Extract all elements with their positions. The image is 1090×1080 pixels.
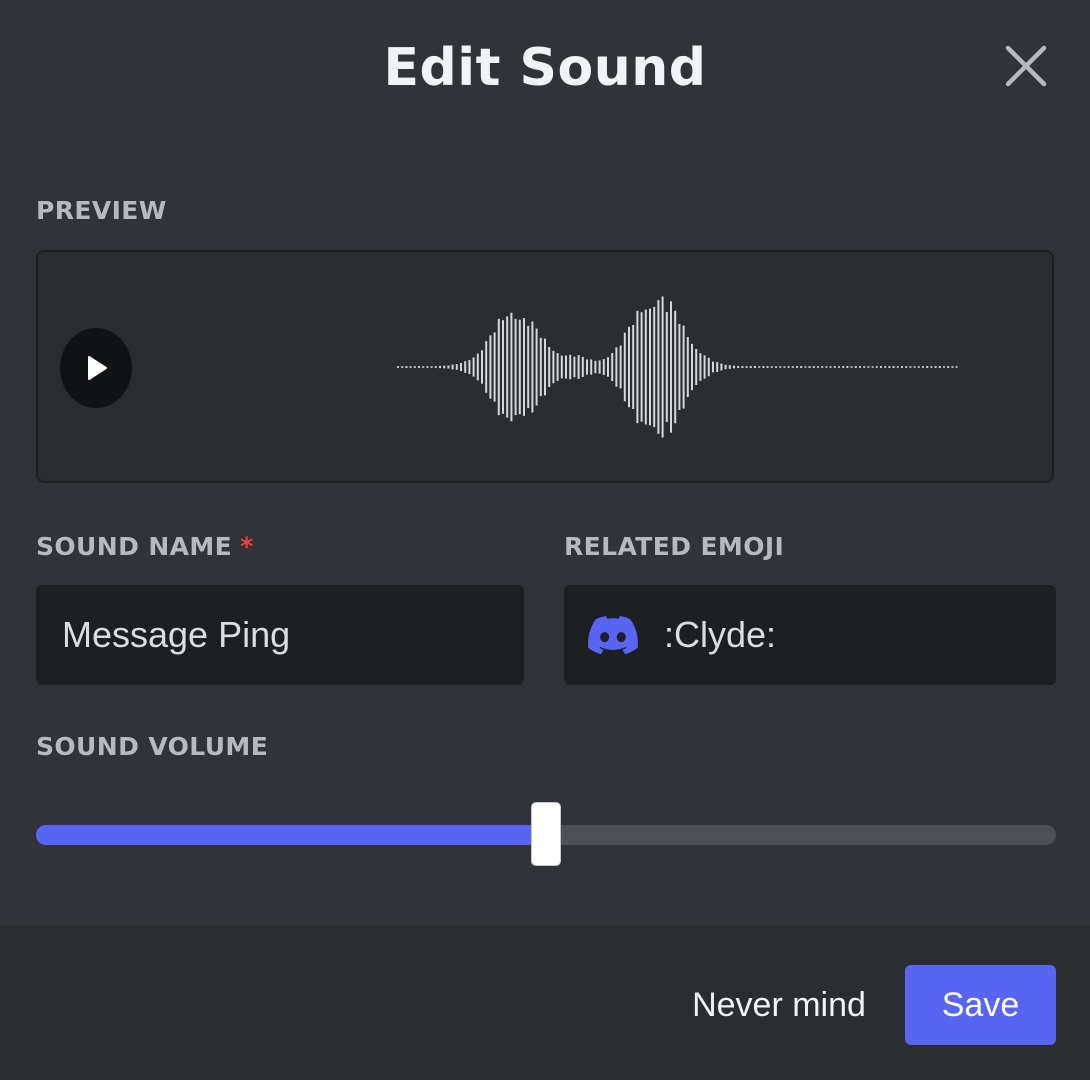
- sound-volume-label: SOUND VOLUME: [36, 732, 269, 761]
- waveform: [397, 296, 958, 438]
- volume-slider[interactable]: [36, 802, 1056, 866]
- never-mind-button[interactable]: Never mind: [680, 965, 878, 1045]
- sound-preview: [36, 250, 1054, 483]
- play-button[interactable]: [60, 328, 132, 408]
- sound-name-label: SOUND NAME *: [36, 532, 254, 561]
- volume-slider-fill: [36, 825, 546, 845]
- clyde-icon: [588, 616, 638, 654]
- preview-label: PREVIEW: [36, 196, 167, 225]
- save-button[interactable]: Save: [905, 965, 1056, 1045]
- sound-name-label-text: SOUND NAME: [36, 532, 233, 561]
- required-asterisk: *: [240, 532, 254, 561]
- modal-title: Edit Sound: [383, 38, 707, 98]
- play-icon: [88, 356, 107, 380]
- related-emoji-value: :Clyde:: [664, 614, 777, 655]
- related-emoji-label: RELATED EMOJI: [564, 532, 785, 561]
- related-emoji-picker[interactable]: :Clyde:: [564, 585, 1056, 685]
- volume-slider-handle[interactable]: [531, 802, 561, 866]
- sound-name-value: Message Ping: [62, 614, 291, 655]
- close-icon[interactable]: [1002, 42, 1050, 90]
- sound-name-input[interactable]: Message Ping: [36, 585, 524, 685]
- edit-sound-modal: Edit Sound PREVIEW SOUND NAME * RELATED E…: [0, 0, 1090, 1080]
- modal-footer: Never mind Save: [0, 925, 1090, 1080]
